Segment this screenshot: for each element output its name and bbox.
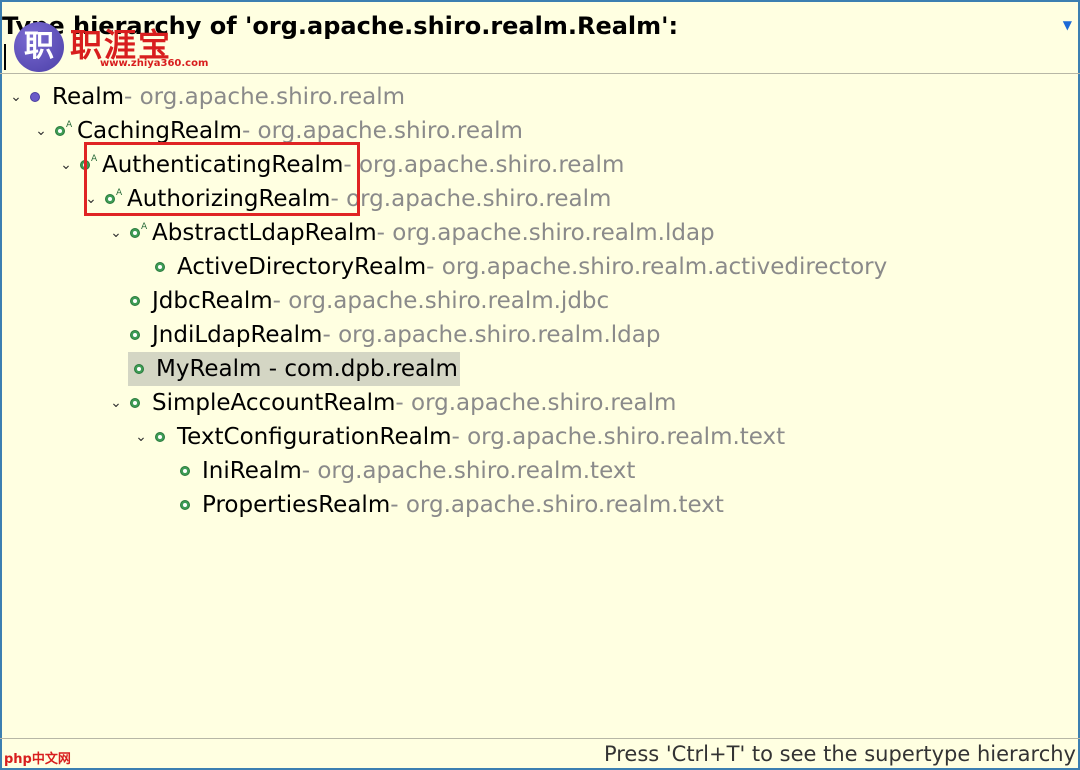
watermark-logo-mark: 职 — [14, 22, 64, 72]
tree-item-package: - org.apache.shiro.realm — [241, 118, 523, 144]
tree-item-package: - org.apache.shiro.realm — [395, 390, 677, 416]
tree-item-package: - org.apache.shiro.realm — [330, 186, 612, 212]
watermark-footer-logo: php中文网 — [4, 752, 71, 767]
class-icon — [128, 292, 146, 310]
expand-chevron-icon[interactable]: ⌄ — [133, 429, 149, 445]
filter-input-caret[interactable] — [4, 44, 6, 70]
tree-item-type-name: IniRealm — [202, 458, 302, 484]
tree-item-jdbcrealm[interactable]: JdbcRealm - org.apache.shiro.realm.jdbc — [108, 284, 609, 318]
tree-item-abstractldaprealm[interactable]: ⌄ A AbstractLdapRealm - org.apache.shiro… — [108, 216, 715, 250]
tree-item-package: - org.apache.shiro.realm.text — [301, 458, 636, 484]
tree-item-type-name: JdbcRealm — [152, 288, 273, 314]
footer-divider — [0, 738, 1080, 739]
tree-item-type-name: PropertiesRealm — [202, 492, 391, 518]
tree-item-package: - org.apache.shiro.realm.activedirectory — [426, 254, 888, 280]
expand-chevron-icon[interactable]: ⌄ — [108, 225, 124, 241]
tree-item-package: - org.apache.shiro.realm.jdbc — [272, 288, 610, 314]
status-hint: Press 'Ctrl+T' to see the supertype hier… — [603, 742, 1076, 766]
tree-item-type-name: MyRealm - com.dpb.realm — [156, 356, 458, 382]
class-icon — [153, 428, 171, 446]
expand-chevron-icon[interactable]: ⌄ — [58, 157, 74, 173]
annotation-highlight-box — [84, 142, 360, 216]
tree-item-type-name: CachingRealm — [77, 118, 242, 144]
tree-item-type-name: ActiveDirectoryRealm — [177, 254, 427, 280]
tree-item-type-name: JndiLdapRealm — [152, 322, 323, 348]
tree-item-simpleaccountrealm[interactable]: ⌄ SimpleAccountRealm - org.apache.shiro.… — [108, 386, 676, 420]
header-divider — [0, 73, 1080, 74]
tree-item-type-name: SimpleAccountRealm — [152, 390, 396, 416]
tree-item-activedirectoryrealm[interactable]: ActiveDirectoryRealm - org.apache.shiro.… — [133, 250, 887, 284]
tree-item-type-name: AbstractLdapRealm — [152, 220, 377, 246]
tree-item-package: - org.apache.shiro.realm.ldap — [322, 322, 661, 348]
tree-item-textconfigurationrealm[interactable]: ⌄ TextConfigurationRealm - org.apache.sh… — [133, 420, 785, 454]
tree-item-package: - org.apache.shiro.realm.text — [390, 492, 724, 518]
tree-item-propertiesrealm[interactable]: PropertiesRealm - org.apache.shiro.realm… — [158, 488, 724, 522]
watermark-logo-url: www.zhiya360.com — [100, 58, 209, 69]
tree-item-type-name: Realm — [52, 84, 124, 110]
tree-item-jndildaprealm[interactable]: JndiLdapRealm - org.apache.shiro.realm.l… — [108, 318, 660, 352]
class-icon — [178, 496, 196, 514]
tree-item-type-name: TextConfigurationRealm — [177, 424, 452, 450]
interface-icon — [28, 88, 46, 106]
class-icon — [178, 462, 196, 480]
class-icon — [128, 326, 146, 344]
class-icon — [128, 394, 146, 412]
class-icon — [153, 258, 171, 276]
tree-item-package: - org.apache.shiro.realm.text — [451, 424, 786, 450]
expand-chevron-icon[interactable]: ⌄ — [33, 123, 49, 139]
tree-item-realm[interactable]: ⌄ Realm - org.apache.shiro.realm — [8, 80, 405, 114]
watermark-logo: 职 职涯宝 www.zhiya360.com — [14, 18, 208, 74]
abstract-class-icon: A — [53, 120, 72, 140]
tree-item-myrealm[interactable]: MyRealm - com.dpb.realm — [128, 352, 460, 386]
abstract-class-icon: A — [128, 222, 147, 242]
tree-item-package: - org.apache.shiro.realm — [124, 84, 405, 110]
expand-chevron-icon[interactable]: ⌄ — [108, 395, 124, 411]
view-menu-chevron-icon[interactable]: ▼ — [1063, 18, 1072, 32]
class-icon — [132, 360, 150, 378]
tree-item-package: - org.apache.shiro.realm — [343, 152, 625, 178]
popup-header: Type hierarchy of 'org.apache.shiro.real… — [0, 0, 1080, 72]
expand-chevron-icon[interactable]: ⌄ — [8, 89, 24, 105]
tree-item-inirealm[interactable]: IniRealm - org.apache.shiro.realm.text — [158, 454, 635, 488]
tree-item-package: - org.apache.shiro.realm.ldap — [376, 220, 715, 246]
